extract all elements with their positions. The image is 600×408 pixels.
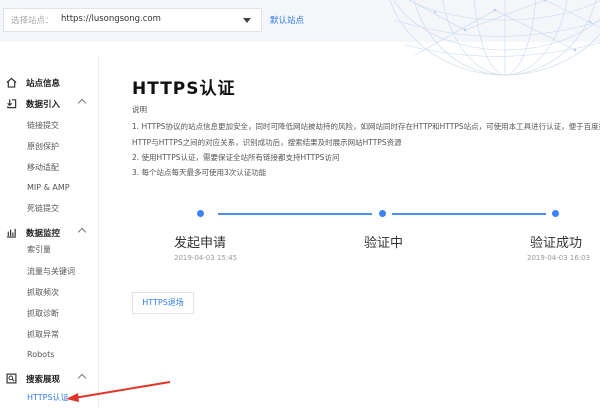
annotation-arrow-icon xyxy=(66,381,171,402)
